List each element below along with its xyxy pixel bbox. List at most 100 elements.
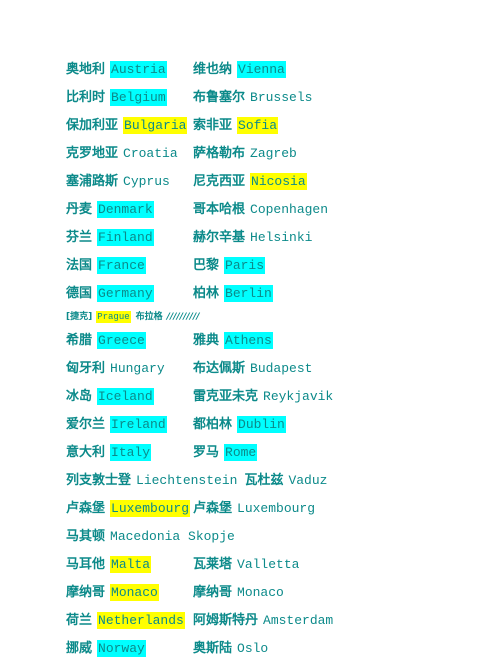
country-name-en: Hungary <box>110 361 165 376</box>
country-cell: 芬兰 Finland <box>66 224 193 252</box>
country-cell: 德国 Germany <box>66 280 193 308</box>
country-cell: 爱尔兰 Ireland <box>66 411 193 439</box>
table-row: 希腊 Greece 雅典 Athens <box>66 327 486 355</box>
capital-cell: 卢森堡 Luxembourg <box>193 495 315 523</box>
country-name-zh: 荷兰 <box>66 613 93 628</box>
country-name-zh: 奥地利 <box>66 62 106 77</box>
table-row: 匈牙利 Hungary 布达佩斯 Budapest <box>66 355 486 383</box>
table-row: 丹麦 Denmark 哥本哈根 Copenhagen <box>66 196 486 224</box>
capital-cell: 布鲁塞尔 Brussels <box>193 84 312 112</box>
country-name-en: Cyprus <box>123 174 170 189</box>
capital-name-en: Vienna <box>237 61 286 78</box>
capital-name-zh: 维也纳 <box>193 62 233 77</box>
country-name-zh: 匈牙利 <box>66 361 106 376</box>
capital-cell: 巴黎 Paris <box>193 252 266 280</box>
capital-cell: 赫尔辛基 Helsinki <box>193 224 312 252</box>
country-name-zh: 冰岛 <box>66 389 93 404</box>
table-row: 摩纳哥 Monaco 摩纳哥 Monaco <box>66 579 486 607</box>
country-name-zh: 卢森堡 <box>66 501 106 516</box>
country-cell: 卢森堡 Luxembourg <box>66 495 193 523</box>
country-name-zh: 克罗地亚 <box>66 146 119 161</box>
capital-name-en: Athens <box>224 332 273 349</box>
country-name-en: Liechtenstein <box>136 473 238 488</box>
capital-name-en: Reykjavik <box>263 389 334 404</box>
country-name-zh: 爱尔兰 <box>66 417 106 432</box>
capital-name-zh: 赫尔辛基 <box>193 230 246 245</box>
country-name-en: Ireland <box>110 416 167 433</box>
table-row: 奥地利 Austria 维也纳 Vienna <box>66 56 486 84</box>
country-name-en: Bulgaria <box>123 117 188 134</box>
country-name-zh: 芬兰 <box>66 230 93 245</box>
annotation-bracket: [捷克] <box>66 312 93 322</box>
capital-name-zh: 雷克亚未克 <box>193 389 259 404</box>
country-cell: 丹麦 Denmark <box>66 196 193 224</box>
table-row: 克罗地亚 Croatia 萨格勒布 Zagreb <box>66 140 486 168</box>
capital-name-en: Copenhagen <box>250 202 329 217</box>
capital-cell: 罗马 Rome <box>193 439 258 467</box>
country-name-en: Croatia <box>123 146 178 161</box>
country-name-zh: 丹麦 <box>66 202 93 217</box>
table-row: 法国 France 巴黎 Paris <box>66 252 486 280</box>
capital-name-zh: 阿姆斯特丹 <box>193 613 259 628</box>
capital-name-en: Rome <box>224 444 258 461</box>
table-row: 列支敦士登 Liechtenstein 瓦杜兹 Vaduz <box>66 467 486 495</box>
table-row: 意大利 Italy 罗马 Rome <box>66 439 486 467</box>
capital-name-zh: 柏林 <box>193 286 220 301</box>
capital-name-zh: 布鲁塞尔 <box>193 90 246 105</box>
country-name-en: Macedonia Skopje <box>110 529 235 544</box>
table-row: 马其顿 Macedonia Skopje <box>66 523 486 551</box>
capital-name-zh: 瓦莱塔 <box>193 557 233 572</box>
capital-cell: 阿姆斯特丹 Amsterdam <box>193 607 333 635</box>
country-name-en: Iceland <box>97 388 154 405</box>
capital-cell: 萨格勒布 Zagreb <box>193 140 297 168</box>
country-cell: 匈牙利 Hungary <box>66 355 193 383</box>
capital-name-zh: 雅典 <box>193 333 220 348</box>
capital-name-zh: 瓦杜兹 <box>244 473 284 488</box>
capital-name-en: Oslo <box>237 641 269 656</box>
country-name-en: Italy <box>110 444 152 461</box>
capital-cell: 柏林 Berlin <box>193 280 273 308</box>
capital-name-en: Sofia <box>237 117 279 134</box>
capital-name-en: Dublin <box>237 416 286 433</box>
country-cell: 保加利亚 Bulgaria <box>66 112 193 140</box>
capital-name-zh: 巴黎 <box>193 258 220 273</box>
country-name-en: France <box>97 257 146 274</box>
capital-name-zh: 索非亚 <box>193 118 233 133</box>
country-cell: 荷兰 Netherlands <box>66 607 193 635</box>
table-row: 爱尔兰 Ireland 都柏林 Dublin <box>66 411 486 439</box>
capital-cell: 瓦杜兹 Vaduz <box>244 467 327 495</box>
country-name-zh: 希腊 <box>66 333 93 348</box>
country-cell: 法国 France <box>66 252 193 280</box>
capital-cell: 摩纳哥 Monaco <box>193 579 284 607</box>
capital-name-en: Luxembourg <box>237 501 316 516</box>
country-name-en: Belgium <box>110 89 167 106</box>
capital-cell: 维也纳 Vienna <box>193 56 286 84</box>
country-name-en: Finland <box>97 229 154 246</box>
table-row: 德国 Germany 柏林 Berlin <box>66 280 486 308</box>
capital-name-en: Helsinki <box>250 230 313 245</box>
capital-cell: 都柏林 Dublin <box>193 411 286 439</box>
country-cell: 列支敦士登 Liechtenstein <box>66 467 244 495</box>
country-name-zh: 比利时 <box>66 90 106 105</box>
country-cell: 奥地利 Austria <box>66 56 193 84</box>
table-row: 卢森堡 Luxembourg 卢森堡 Luxembourg <box>66 495 486 523</box>
country-cell: 挪威 Norway <box>66 635 193 663</box>
country-name-zh: 摩纳哥 <box>66 585 106 600</box>
table-row: 芬兰 Finland 赫尔辛基 Helsinki <box>66 224 486 252</box>
country-name-en: Austria <box>110 61 167 78</box>
capital-name-zh: 萨格勒布 <box>193 146 246 161</box>
capital-name-en: Valletta <box>237 557 300 572</box>
country-capital-list: 奥地利 Austria 维也纳 Vienna 比利时 Belgium 布鲁塞尔 Brussel… <box>66 56 486 663</box>
country-name-zh: 挪威 <box>66 641 93 656</box>
capital-name-en: Brussels <box>250 90 313 105</box>
capital-name-zh: 奥斯陆 <box>193 641 233 656</box>
country-name-zh: 意大利 <box>66 445 106 460</box>
table-row: 保加利亚 Bulgaria 索非亚 Sofia <box>66 112 486 140</box>
capital-cell: 雅典 Athens <box>193 327 273 355</box>
capital-name-en: Paris <box>224 257 266 274</box>
table-row: 马耳他 Malta 瓦莱塔 Valletta <box>66 551 486 579</box>
capital-name-zh: 卢森堡 <box>193 501 233 516</box>
capital-name-zh: 尼克西亚 <box>193 174 246 189</box>
capital-name-en: Budapest <box>250 361 313 376</box>
table-row: 荷兰 Netherlands 阿姆斯特丹 Amsterdam <box>66 607 486 635</box>
